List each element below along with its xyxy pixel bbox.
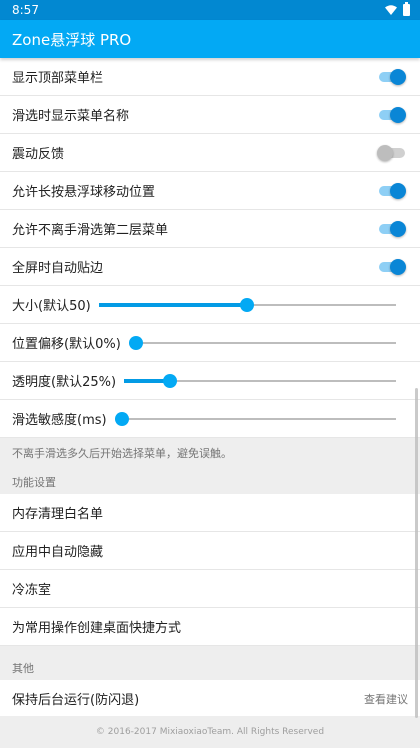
wifi-icon [385, 5, 397, 15]
footer-copyright: © 2016-2017 MixiaoxiaoTeam. All Rights R… [0, 716, 420, 748]
list-item-label: 应用中自动隐藏 [12, 545, 104, 560]
toggle-switch[interactable] [376, 181, 408, 201]
list-item-keep-background[interactable]: 保持后台运行(防闪退) 查看建议 [0, 680, 420, 718]
section-header-functions: 功能设置 [0, 468, 420, 494]
toggle-switch[interactable] [376, 219, 408, 239]
toggle-row-show-menu-name[interactable]: 滑选时显示菜单名称 [0, 96, 420, 134]
toggle-switch[interactable] [376, 105, 408, 125]
scrollbar[interactable] [415, 388, 418, 718]
status-bar: 8:57 [0, 0, 420, 20]
slider-row-size: 大小(默认50) [0, 286, 420, 324]
toggle-switch[interactable] [376, 257, 408, 277]
slider-label: 大小(默认50) [12, 299, 91, 314]
toggle-row-second-layer[interactable]: 允许不离手滑选第二层菜单 [0, 210, 420, 248]
settings-list: 显示顶部菜单栏 滑选时显示菜单名称 震动反馈 允许长按悬浮球移动位置 允许不离手… [0, 58, 420, 438]
toggle-label: 滑选时显示菜单名称 [12, 109, 130, 124]
slider-label: 滑选敏感度(ms) [12, 413, 107, 428]
toggle-label: 显示顶部菜单栏 [12, 71, 104, 86]
list-item-create-shortcut[interactable]: 为常用操作创建桌面快捷方式 [0, 608, 420, 646]
offset-slider[interactable] [128, 333, 396, 353]
app-bar: Zone悬浮球 PRO [0, 20, 420, 58]
slider-label: 位置偏移(默认0%) [12, 337, 121, 352]
slider-row-offset: 位置偏移(默认0%) [0, 324, 420, 362]
list-item-label: 内存清理白名单 [12, 507, 104, 522]
slider-row-sensitivity: 滑选敏感度(ms) [0, 400, 420, 438]
toggle-switch[interactable] [376, 67, 408, 87]
slider-row-opacity: 透明度(默认25%) [0, 362, 420, 400]
list-item-label: 保持后台运行(防闪退) [12, 693, 140, 708]
slider-label: 透明度(默认25%) [12, 375, 117, 390]
size-slider[interactable] [98, 295, 396, 315]
list-item-auto-hide[interactable]: 应用中自动隐藏 [0, 532, 420, 570]
toggle-switch[interactable] [376, 143, 408, 163]
app-title: Zone悬浮球 PRO [12, 30, 132, 49]
toggle-label: 全屏时自动贴边 [12, 261, 104, 276]
toggle-row-long-press-move[interactable]: 允许长按悬浮球移动位置 [0, 172, 420, 210]
status-icons [385, 2, 410, 16]
opacity-slider[interactable] [124, 371, 396, 391]
toggle-label: 震动反馈 [12, 147, 65, 162]
toggle-label: 允许长按悬浮球移动位置 [12, 185, 156, 200]
function-list: 内存清理白名单 应用中自动隐藏 冷冻室 为常用操作创建桌面快捷方式 [0, 494, 420, 646]
toggle-row-show-top-menu[interactable]: 显示顶部菜单栏 [0, 58, 420, 96]
section-header-other: 其他 [0, 660, 420, 680]
toggle-row-vibration[interactable]: 震动反馈 [0, 134, 420, 172]
list-item-freezer[interactable]: 冷冻室 [0, 570, 420, 608]
section-gap [0, 646, 420, 660]
list-item-label: 冷冻室 [12, 583, 52, 598]
sensitivity-slider[interactable] [114, 409, 396, 429]
list-item-memory-whitelist[interactable]: 内存清理白名单 [0, 494, 420, 532]
view-suggestion-link[interactable]: 查看建议 [364, 691, 408, 707]
toggle-row-fullscreen-edge[interactable]: 全屏时自动贴边 [0, 248, 420, 286]
toggle-label: 允许不离手滑选第二层菜单 [12, 223, 169, 238]
battery-icon [403, 2, 410, 16]
list-item-label: 为常用操作创建桌面快捷方式 [12, 621, 182, 636]
status-time: 8:57 [12, 3, 39, 17]
other-list: 保持后台运行(防闪退) 查看建议 [0, 680, 420, 718]
slider-hint: 不离手滑选多久后开始选择菜单，避免误触。 [0, 438, 420, 468]
